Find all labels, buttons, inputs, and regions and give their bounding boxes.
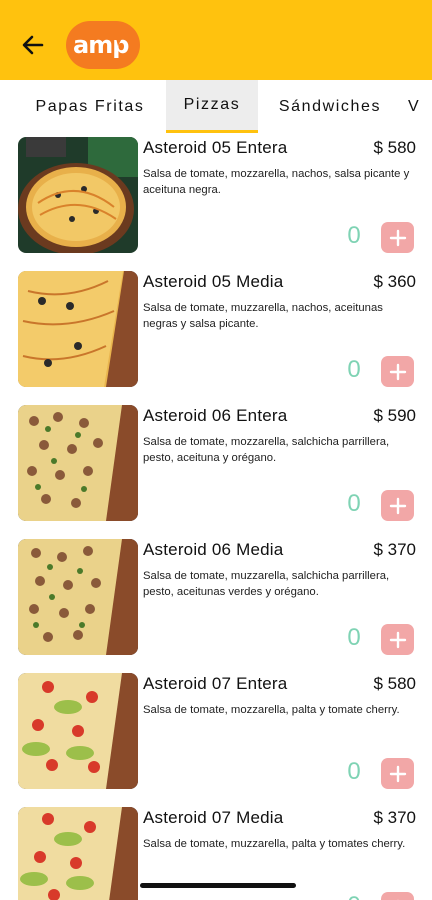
product-quantity: 0 xyxy=(347,222,361,249)
tab-label: Papas Fritas xyxy=(35,97,145,115)
add-button[interactable] xyxy=(381,490,414,521)
product-description: Salsa de tomate, mozzarella, nachos, sal… xyxy=(143,168,410,196)
add-button[interactable] xyxy=(381,892,414,900)
plus-icon xyxy=(389,631,406,648)
product-price: $ 580 xyxy=(373,138,416,157)
product-name: Asteroid 05 Entera xyxy=(143,138,288,157)
tab-label: Sándwiches xyxy=(278,97,382,115)
arrow-left-icon xyxy=(22,35,44,55)
product-item[interactable]: Asteroid 05 Media $ 360 Salsa de tomate,… xyxy=(0,270,432,404)
product-name: Asteroid 06 Entera xyxy=(143,406,288,425)
product-name: Asteroid 07 Media xyxy=(143,808,284,827)
tab-papas-fritas[interactable]: Papas Fritas xyxy=(18,80,162,133)
product-quantity: 0 xyxy=(347,356,361,383)
product-quantity: 0 xyxy=(344,892,364,900)
add-button[interactable] xyxy=(381,624,414,655)
category-tabs: Papas Fritas Pizzas Sándwiches V xyxy=(0,80,432,136)
product-price: $ 370 xyxy=(373,540,416,559)
product-description: Salsa de tomate, mozzarella, palta y tom… xyxy=(143,704,400,716)
product-description: Salsa de tomate, muzzarella, nachos, ace… xyxy=(143,302,383,330)
product-item[interactable]: Asteroid 06 Media $ 370 Salsa de tomate,… xyxy=(0,538,432,672)
add-button[interactable] xyxy=(381,222,414,253)
brand-logo: amp amp xyxy=(66,21,140,69)
tab-sandwiches[interactable]: Sándwiches xyxy=(266,80,394,133)
tab-next-partial[interactable]: V xyxy=(408,80,432,133)
product-image xyxy=(18,673,138,789)
product-image xyxy=(18,271,138,387)
svg-text:amp: amp xyxy=(73,31,129,59)
plus-icon xyxy=(389,765,406,782)
plus-icon xyxy=(389,497,406,514)
product-quantity: 0 xyxy=(347,624,361,651)
product-name: Asteroid 05 Media xyxy=(143,272,284,291)
home-indicator xyxy=(140,883,296,888)
tab-label: Pizzas xyxy=(183,96,241,113)
product-image xyxy=(18,137,138,253)
product-quantity: 0 xyxy=(347,758,361,785)
product-quantity: 0 xyxy=(347,490,361,517)
product-list[interactable]: Asteroid 05 Entera $ 580 Salsa de tomate… xyxy=(0,136,432,900)
product-description: Salsa de tomate, mozzarella, salchicha p… xyxy=(143,436,390,464)
product-image xyxy=(18,807,138,900)
product-image xyxy=(18,405,138,521)
tab-pizzas[interactable]: Pizzas xyxy=(166,80,258,133)
plus-icon xyxy=(389,363,406,380)
product-name: Asteroid 07 Entera xyxy=(143,674,288,693)
back-button[interactable] xyxy=(18,30,48,60)
plus-icon xyxy=(389,229,406,246)
product-item[interactable]: Asteroid 07 Entera $ 580 Salsa de tomate… xyxy=(0,672,432,806)
product-description: Salsa de tomate, muzzarella, palta y tom… xyxy=(143,838,406,850)
add-button[interactable] xyxy=(381,356,414,387)
tab-label: V xyxy=(408,97,421,115)
amp-logo-icon: amp xyxy=(73,31,130,59)
product-item[interactable]: Asteroid 05 Entera $ 580 Salsa de tomate… xyxy=(0,136,432,270)
product-price: $ 590 xyxy=(373,406,416,425)
product-price: $ 360 xyxy=(373,272,416,291)
add-button[interactable] xyxy=(381,758,414,789)
product-price: $ 580 xyxy=(373,674,416,693)
app-header: amp amp xyxy=(0,0,432,80)
product-description: Salsa de tomate, muzzarella, salchicha p… xyxy=(143,570,390,598)
product-item[interactable]: Asteroid 06 Entera $ 590 Salsa de tomate… xyxy=(0,404,432,538)
product-price: $ 370 xyxy=(373,808,416,827)
product-image xyxy=(18,539,138,655)
product-name: Asteroid 06 Media xyxy=(143,540,284,559)
